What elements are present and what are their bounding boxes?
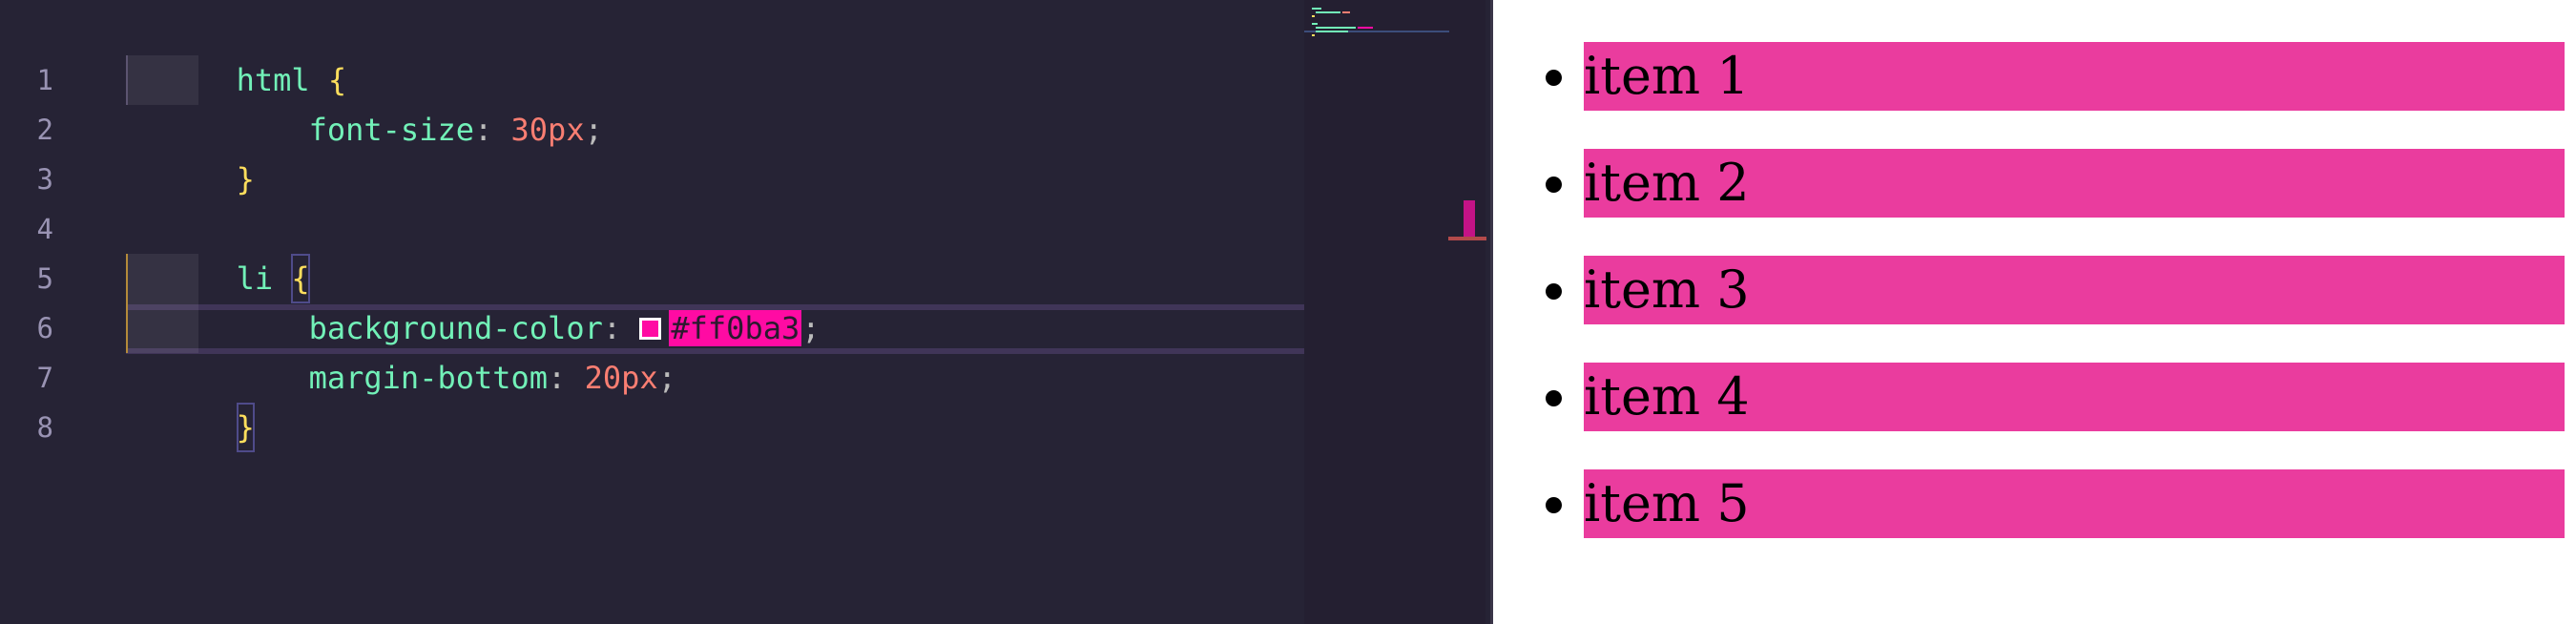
minimap-line (1316, 27, 1356, 29)
close-brace-matched: } (236, 403, 255, 452)
list-item: item 1 (1584, 42, 2565, 111)
line-number: 8 (36, 411, 53, 444)
scrollbar-marker[interactable] (1464, 200, 1475, 239)
minimap-line (1312, 15, 1315, 17)
code-editor[interactable]: 1 html { 2 font-size: 30px; 3 } 4 5 li {… (0, 0, 1488, 624)
code-line-5[interactable]: 5 li { (0, 204, 1304, 303)
minimap-line (1342, 11, 1350, 13)
code-line-6[interactable]: 6 background-color: #ff0ba3; (0, 254, 1304, 346)
minimap-line (1316, 31, 1348, 32)
list-item: item 4 (1584, 363, 2565, 431)
minimap-line (1312, 8, 1321, 10)
item-list: item 1 item 2 item 3 item 4 item 5 (1584, 42, 2565, 576)
code-line-1[interactable]: 1 html { (0, 6, 1304, 98)
list-item: item 3 (1584, 256, 2565, 324)
minimap-line (1358, 27, 1373, 29)
minimap-line (1312, 34, 1315, 36)
list-item: item 2 (1584, 149, 2565, 218)
list-item: item 5 (1584, 469, 2565, 538)
code-line-3[interactable]: 3 } (0, 105, 1304, 198)
minimap-line (1312, 23, 1318, 25)
minimap[interactable] (1304, 0, 1485, 624)
code-line-2[interactable]: 2 font-size: 30px; (0, 55, 1304, 148)
browser-preview: item 1 item 2 item 3 item 4 item 5 (1490, 0, 2576, 624)
code-line-7[interactable]: 7 margin-bottom: 20px; (0, 303, 1304, 396)
scrollbar-position-marker (1448, 237, 1486, 240)
minimap-line (1316, 11, 1340, 13)
code-line-8[interactable]: 8 } (0, 353, 1304, 452)
code-line-4[interactable]: 4 (0, 155, 1304, 245)
